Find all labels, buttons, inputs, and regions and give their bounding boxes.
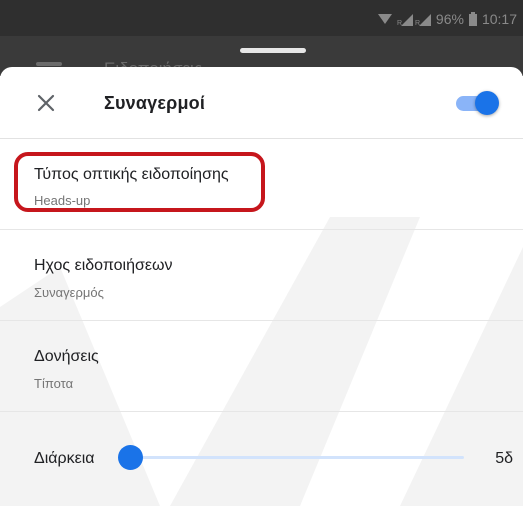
status-bar: R R 96% 10:17 [0, 0, 523, 36]
setting-value: Τίποτα [34, 376, 74, 391]
battery-percent: 96% [435, 11, 464, 27]
toggle-thumb [475, 91, 499, 115]
duration-slider-track[interactable] [128, 456, 464, 459]
duration-value: 5δ [495, 450, 513, 467]
setting-label: Δονήσεις [34, 348, 99, 365]
setting-row-notification-sound[interactable]: Ηχος ειδοποιήσεων Συναγερμός [0, 230, 523, 321]
setting-label: Ηχος ειδοποιήσεων [34, 257, 173, 274]
setting-value: Heads-up [34, 193, 91, 208]
status-icons: R R 96% 10:17 [377, 10, 517, 28]
battery-icon [468, 12, 477, 26]
svg-text:R: R [397, 20, 402, 26]
status-time: 10:17 [481, 11, 517, 27]
background-app-title: Ειδοποιήσεις [104, 54, 202, 68]
duration-slider-thumb[interactable] [117, 445, 143, 470]
wifi-icon [377, 14, 392, 24]
menu-icon [36, 62, 62, 66]
signal-icon: R R [397, 14, 431, 26]
setting-row-vibrations[interactable]: Δονήσεις Τίποτα [0, 321, 523, 412]
svg-text:R: R [415, 20, 420, 26]
duration-label: Διάρκεια [34, 450, 95, 467]
close-icon[interactable] [36, 93, 56, 113]
sheet-header: Συναγερμοί [0, 67, 523, 139]
sheet-title: Συναγερμοί [104, 93, 206, 113]
sheet-drag-handle[interactable] [240, 48, 306, 53]
notification-settings-sheet: Συναγερμοί Τύπος οπτικής ειδοποίησης Hea… [0, 67, 523, 506]
setting-label: Τύπος οπτικής ειδοποίησης [34, 166, 229, 183]
alarms-toggle[interactable] [453, 90, 499, 116]
setting-row-visual-notification-type[interactable]: Τύπος οπτικής ειδοποίησης Heads-up [0, 139, 523, 230]
setting-value: Συναγερμός [34, 285, 104, 300]
setting-row-duration: Διάρκεια 5δ [0, 412, 523, 502]
